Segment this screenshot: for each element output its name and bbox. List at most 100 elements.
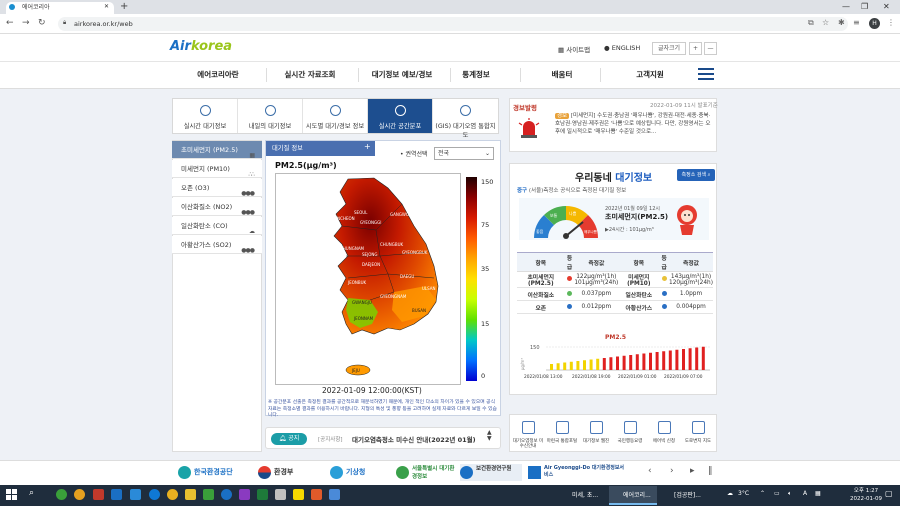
folder-icon[interactable] [185, 489, 196, 500]
taskbar-app-icon[interactable] [74, 489, 85, 500]
search-icon[interactable]: ⌕ [29, 488, 34, 498]
quick-link[interactable]: 도로변지 지도 [681, 415, 715, 451]
taskbar-app-icon[interactable] [275, 489, 286, 500]
gnb-statistics[interactable]: 통계정보 [428, 61, 524, 89]
taskbar-app-icon[interactable] [329, 489, 340, 500]
gnb-realtime[interactable]: 실시간 자료조회 [262, 61, 358, 89]
taskbar-app-icon[interactable] [111, 489, 122, 500]
tab-realtime-air[interactable]: 실시간 대기정보 [173, 99, 238, 133]
footer-org-label: 기상청 [346, 468, 366, 476]
bookmark-star-icon[interactable]: ☆ [822, 18, 829, 27]
menu-so2[interactable]: 아황산가스 (SO2) ●●● [172, 236, 262, 254]
menu-no2[interactable]: 이산화질소 (NO2) ●●● [172, 198, 262, 216]
chrome-icon[interactable] [167, 489, 178, 500]
taskbar-app-icon[interactable] [239, 489, 250, 500]
alert-message: 경보 [미세먼지] 수도권·충남권 '매우나쁨', 강원권·대전·세종·충북·호… [555, 112, 711, 136]
quick-link[interactable]: 대기정보 웹진 [579, 415, 613, 451]
taskbar-window[interactable]: 미세, 초... [558, 486, 606, 505]
menu-pm25[interactable]: 초미세먼지 (PM2.5) ▦ [172, 141, 262, 159]
footer-logo-moe[interactable]: 환경부 [258, 464, 293, 481]
korea-map[interactable]: SEOUL INCHEON GYEONGGI GANGWON CHUNGBUK … [275, 173, 461, 385]
gnb-about[interactable]: 에어코리아란 [170, 61, 266, 89]
footer-pause-icon[interactable]: ‖ [708, 466, 713, 476]
taskbar-app-icon[interactable] [203, 489, 214, 500]
close-window-icon[interactable]: ✕ [883, 2, 890, 11]
forward-icon[interactable]: → [22, 18, 30, 28]
value-cell: 143μg/m³(1h) 120μg/m³(24h) [669, 271, 713, 288]
quick-link[interactable]: 국민행동요령 [613, 415, 647, 451]
system-clock[interactable]: 오후 1:27 2022-01-09 [850, 487, 882, 503]
reading-date: 2022년 01월 09일 12시 [605, 206, 660, 212]
footer-logo-gyeonggi[interactable]: Air Gyeonggi-Do 대기환경정보서비스 [528, 464, 628, 481]
airkorea-logo[interactable]: Airkorea [170, 39, 232, 54]
footer-next-icon[interactable]: › [670, 466, 674, 476]
hamburger-menu-icon[interactable] [698, 68, 714, 80]
notice-button[interactable]: 🔔︎ 공지 [271, 433, 307, 445]
volume-icon[interactable]: 🔈︎ [788, 490, 792, 498]
taskbar-app-icon[interactable] [293, 489, 304, 500]
edge-icon[interactable] [149, 489, 160, 500]
english-link[interactable]: ● ENGLISH [604, 44, 640, 52]
reload-icon[interactable]: ↻ [38, 18, 46, 28]
footer-logo-seoul[interactable]: 서울특별시 대기환경정보 [396, 464, 456, 481]
gnb-support[interactable]: 고객지원 [602, 61, 698, 89]
region-select[interactable]: 전국 ⌄ [434, 147, 494, 160]
person-icon [624, 421, 637, 434]
quick-link[interactable]: 대기오염정보 미수신안내 [511, 415, 545, 451]
city-daejeon: DAEJEON [362, 262, 380, 267]
chart-bar [662, 351, 666, 370]
weather-icon[interactable]: ☁︎ [727, 490, 733, 497]
taskbar-app-icon[interactable] [93, 489, 104, 500]
menu-o3[interactable]: 오존 (O3) ●●● [172, 179, 262, 197]
tray-chevron-icon[interactable]: ⌃ [760, 490, 765, 497]
close-tab-icon[interactable]: ✕ [104, 3, 109, 10]
taskbar-window-active[interactable]: 에어코리... [609, 486, 657, 505]
taskbar-window[interactable]: [검공판]... [660, 486, 710, 505]
quick-link-label: 대기오염정보 미수신안내 [512, 439, 544, 449]
tab-tomorrow[interactable]: 내일의 대기정보 [238, 99, 303, 133]
mascot-icon [677, 205, 697, 235]
share-icon[interactable]: ⧉ [808, 18, 814, 28]
kebab-menu-icon[interactable]: ⋮ [887, 18, 895, 27]
minimize-icon[interactable]: — [842, 2, 850, 11]
menu-pm10[interactable]: 미세먼지 (PM10) ∴∴ [172, 160, 262, 178]
tab-gis-map[interactable]: (GIS) 대기오염 통합지도 [433, 99, 498, 139]
browser-tab[interactable]: 에어코리아 [6, 2, 114, 14]
menu-co[interactable]: 일산화탄소 (CO) ☁︎ [172, 217, 262, 235]
notification-icon[interactable]: ▢ [885, 489, 893, 498]
media-icon[interactable]: ≡ [853, 18, 860, 27]
tab-city-alert[interactable]: 시도별 대기/경보 정보 [303, 99, 368, 133]
station-search-button[interactable]: 측정소 검색 ⌕ [677, 169, 715, 181]
maximize-icon[interactable]: ❐ [861, 2, 868, 11]
korea-map-graphic: SEOUL INCHEON GYEONGGI GANGWON CHUNGBUK … [333, 177, 439, 376]
footer-logo-institute[interactable]: 보건환경연구원 [460, 464, 522, 481]
sitemap-link[interactable]: ▦ 사이트맵 [558, 44, 590, 54]
expand-icon[interactable]: + [364, 142, 371, 151]
profile-avatar[interactable]: H [869, 18, 880, 29]
taskbar-app-icon[interactable] [56, 489, 67, 500]
footer-logo-kma[interactable]: 기상청 [330, 464, 365, 481]
font-increase-button[interactable]: + [689, 42, 702, 55]
tab-spatial-distribution[interactable]: 실시간 공간분포 [368, 99, 433, 133]
taskbar-app-icon[interactable] [221, 489, 232, 500]
footer-prev-icon[interactable]: ‹ [648, 466, 652, 476]
extension-icon[interactable]: ✱ [838, 18, 845, 27]
gnb-learning[interactable]: 배움터 [514, 61, 610, 89]
excel-icon[interactable] [257, 489, 268, 500]
windows-start-icon[interactable] [6, 489, 17, 500]
ime-icon[interactable]: A [803, 490, 807, 497]
taskbar-app-icon[interactable] [130, 489, 141, 500]
footer-play-icon[interactable]: ▸ [690, 466, 695, 476]
new-tab-button[interactable]: + [120, 1, 128, 12]
back-icon[interactable]: ← [6, 18, 14, 28]
footer-logo-keco[interactable]: 한국환경공단 [178, 464, 233, 481]
font-decrease-button[interactable]: — [704, 42, 717, 55]
notice-link[interactable]: 대기오염측정소 미수신 안내(2022년 01월) [352, 434, 476, 444]
quick-link[interactable]: 에어빅 신청 [647, 415, 681, 451]
network-icon[interactable]: ▭ [774, 490, 780, 497]
url-input[interactable]: airkorea.or.kr/web [58, 17, 848, 31]
taskbar-app-icon[interactable] [311, 489, 322, 500]
taskbar-app-icon[interactable]: ▦ [815, 490, 821, 497]
quick-link[interactable]: 마련국 통합포털 [545, 415, 579, 451]
notice-arrows[interactable]: ▲ ▼ [487, 430, 492, 442]
